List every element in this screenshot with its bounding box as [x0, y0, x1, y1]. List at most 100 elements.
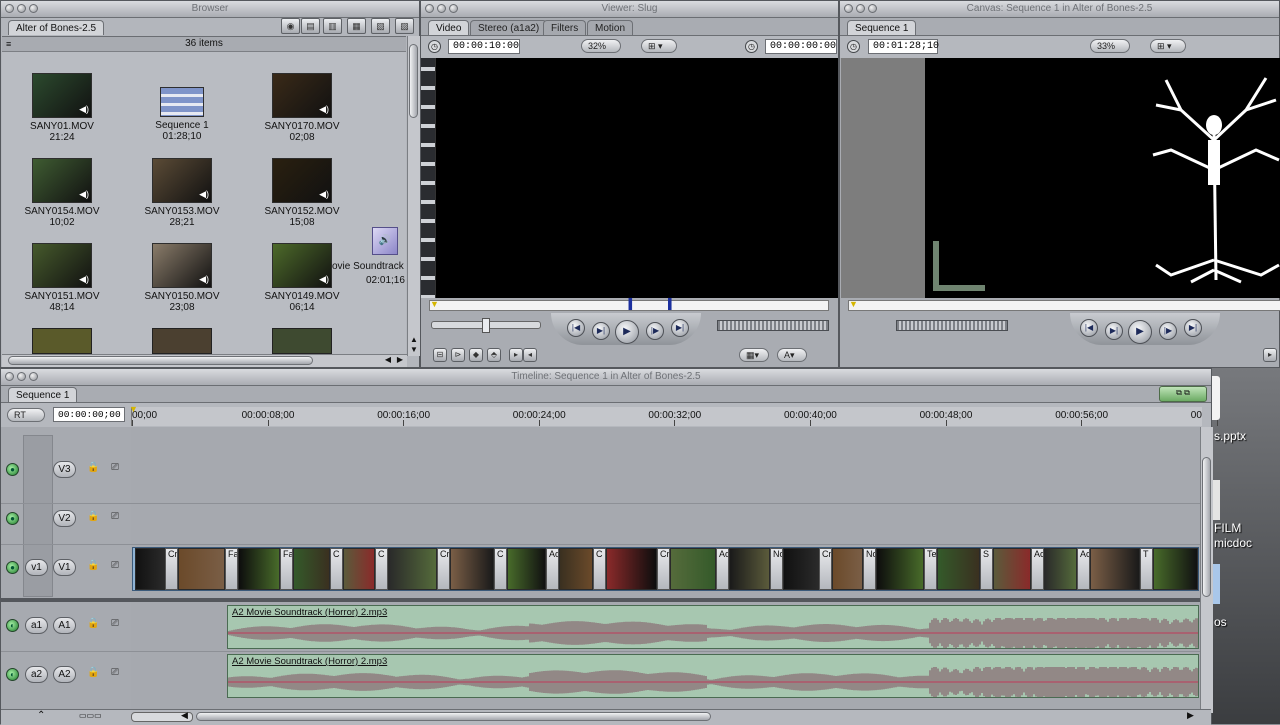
zoom-button[interactable]	[29, 372, 38, 381]
video-clip[interactable]	[993, 548, 1031, 590]
browser-tab[interactable]: Alter of Bones-2.5	[8, 20, 105, 35]
transition[interactable]: Nc	[863, 548, 876, 590]
zoom-button[interactable]	[868, 4, 877, 13]
lock-icon[interactable]: 🔒	[87, 511, 99, 522]
viewer-view-popup[interactable]: ⊞ ▾	[641, 39, 677, 53]
tab-video[interactable]: Video	[428, 20, 470, 35]
zoom-button[interactable]	[29, 4, 38, 13]
video-clip[interactable]	[937, 548, 980, 590]
browser-vertical-scrollbar[interactable]: ▲ ▼	[407, 36, 420, 356]
mark-out-button[interactable]: ◂	[523, 348, 537, 362]
transition[interactable]: T	[1140, 548, 1153, 590]
tab-filters[interactable]: Filters	[543, 20, 587, 35]
play-button[interactable]: ▶	[615, 320, 639, 344]
timeline-current-time-field[interactable]: 00:00:00;00	[53, 407, 125, 422]
playhead-marker-icon[interactable]: ▼	[849, 299, 858, 309]
close-button[interactable]	[5, 4, 14, 13]
play-around-button[interactable]: |▶	[646, 322, 664, 340]
close-button[interactable]	[5, 372, 14, 381]
play-around-button[interactable]: |▶	[1159, 322, 1177, 340]
clip-item[interactable]: ◀) SANY0152.MOV 15;08	[252, 158, 352, 228]
minimize-button[interactable]	[17, 372, 26, 381]
large-icon-view-icon[interactable]: ▧	[371, 18, 390, 34]
lock-icon[interactable]: 🔒	[87, 667, 99, 678]
transition[interactable]: Ac	[716, 548, 729, 590]
scroll-up-arrow-icon[interactable]: ▲	[410, 335, 418, 344]
timeline-ruler[interactable]: 00;00 00:00:08;00 00:00:16;00 00:00:24;00 00…	[129, 404, 1218, 426]
track-visibility-icon[interactable]: ●	[6, 463, 19, 476]
viewer-duration-field[interactable]: 00:00:10:00	[448, 39, 520, 54]
viewer-zoom-popup[interactable]: 32%	[581, 39, 621, 53]
ruler-playhead-icon[interactable]: ▼	[129, 404, 138, 414]
transition[interactable]: Fa	[225, 548, 238, 590]
transition[interactable]: S	[980, 548, 993, 590]
lock-icon[interactable]: 🔒	[87, 560, 99, 571]
video-clip[interactable]	[1090, 548, 1140, 590]
viewer-current-time-field[interactable]: 00:00:00:00	[765, 39, 837, 54]
canvas-duration-field[interactable]: 00:01:28;10	[868, 39, 939, 54]
canvas-mark-button[interactable]: ▸	[1263, 348, 1277, 362]
audio-enable-icon[interactable]: ◐	[6, 668, 19, 681]
desktop-file-name[interactable]: micdoc	[1214, 536, 1252, 550]
canvas-scrubber-bar[interactable]: ▼	[848, 299, 1280, 311]
transition[interactable]: Cr	[819, 548, 832, 590]
small-icon-view-icon[interactable]: ▥	[323, 18, 342, 34]
snapping-button[interactable]: ⧉ ⧉	[1159, 386, 1207, 402]
playhead-marker-icon[interactable]: ▼	[430, 299, 439, 309]
canvas-sequence-tab[interactable]: Sequence 1	[847, 20, 917, 35]
canvas-view-popup[interactable]: ⊞ ▾	[1150, 39, 1186, 53]
lock-icon[interactable]: 🔒	[87, 618, 99, 629]
tab-stereo[interactable]: Stereo (a1a2)	[470, 20, 548, 35]
play-button[interactable]: ▶	[1128, 320, 1152, 344]
out-point-marker-icon[interactable]: ▌	[668, 299, 675, 310]
video-clip[interactable]	[559, 548, 593, 590]
video-clip[interactable]	[293, 548, 330, 590]
transition[interactable]: Cr	[165, 548, 178, 590]
timeline-hscroll-thumb[interactable]	[196, 712, 711, 721]
scroll-left-arrow-icon[interactable]: ◀	[385, 355, 391, 364]
audio-enable-icon[interactable]: ◐	[6, 619, 19, 632]
go-to-in-point-button[interactable]: |◀	[1080, 319, 1098, 337]
clip-thumbnail[interactable]	[32, 328, 92, 354]
timeline-sequence-tab[interactable]: Sequence 1	[8, 387, 78, 402]
track-visibility-icon[interactable]: ●	[6, 561, 19, 574]
recent-clips-popup[interactable]: ▦▾	[739, 348, 769, 362]
dest-track-label[interactable]: A1	[53, 617, 76, 634]
viewer-shuttle-control[interactable]	[717, 320, 829, 331]
video-clip[interactable]	[606, 548, 657, 590]
generator-popup[interactable]: A▾	[777, 348, 807, 362]
play-in-to-out-button[interactable]: ▶|	[592, 322, 610, 340]
clip-item[interactable]: ◀) SANY0170.MOV 02;08	[252, 73, 352, 143]
video-clip[interactable]	[450, 548, 494, 590]
transition[interactable]: Ac	[546, 548, 559, 590]
source-track-label[interactable]: a2	[25, 666, 48, 683]
video-clip[interactable]	[178, 548, 225, 590]
transition[interactable]: C	[330, 548, 343, 590]
source-track-label[interactable]: a1	[25, 617, 48, 634]
zoom-button[interactable]	[449, 4, 458, 13]
clip-item[interactable]: ◀) SANY0149.MOV 06;14	[252, 243, 352, 313]
video-clip[interactable]	[832, 548, 863, 590]
play-in-to-out-button[interactable]: ▶|	[1105, 322, 1123, 340]
scroll-left-arrow-icon[interactable]: ◀	[181, 710, 188, 721]
source-track-label[interactable]: v1	[25, 559, 48, 576]
desktop-file-name[interactable]: os	[1214, 615, 1227, 629]
video-clip[interactable]	[1153, 548, 1198, 590]
timeline-vertical-scrollbar[interactable]	[1200, 427, 1213, 713]
video-clip[interactable]	[1044, 548, 1077, 590]
auto-select-icon[interactable]: ⎚	[111, 511, 119, 522]
canvas-titlebar[interactable]: Canvas: Sequence 1 in Alter of Bones-2.5	[840, 1, 1279, 18]
timeline-vscroll-thumb[interactable]	[1202, 457, 1211, 597]
mark-clip-button[interactable]: ⊳	[451, 348, 465, 362]
dest-track-label[interactable]: V2	[53, 510, 76, 527]
icon-arrange-icon[interactable]: ▨	[395, 18, 414, 34]
canvas-shuttle-control[interactable]	[896, 320, 1008, 331]
track-height-icon[interactable]: ▭▭▭	[79, 711, 102, 720]
in-point-marker-icon[interactable]: ▐	[625, 299, 632, 310]
transition[interactable]: Cr	[1198, 548, 1199, 590]
video-clip[interactable]	[670, 548, 716, 590]
auto-select-icon[interactable]: ⎚	[111, 560, 119, 571]
timeline-titlebar[interactable]: Timeline: Sequence 1 in Alter of Bones-2…	[1, 369, 1211, 386]
transition[interactable]: Fa	[280, 548, 293, 590]
clip-item[interactable]: ◀) SANY0153.MOV 28;21	[132, 158, 232, 228]
